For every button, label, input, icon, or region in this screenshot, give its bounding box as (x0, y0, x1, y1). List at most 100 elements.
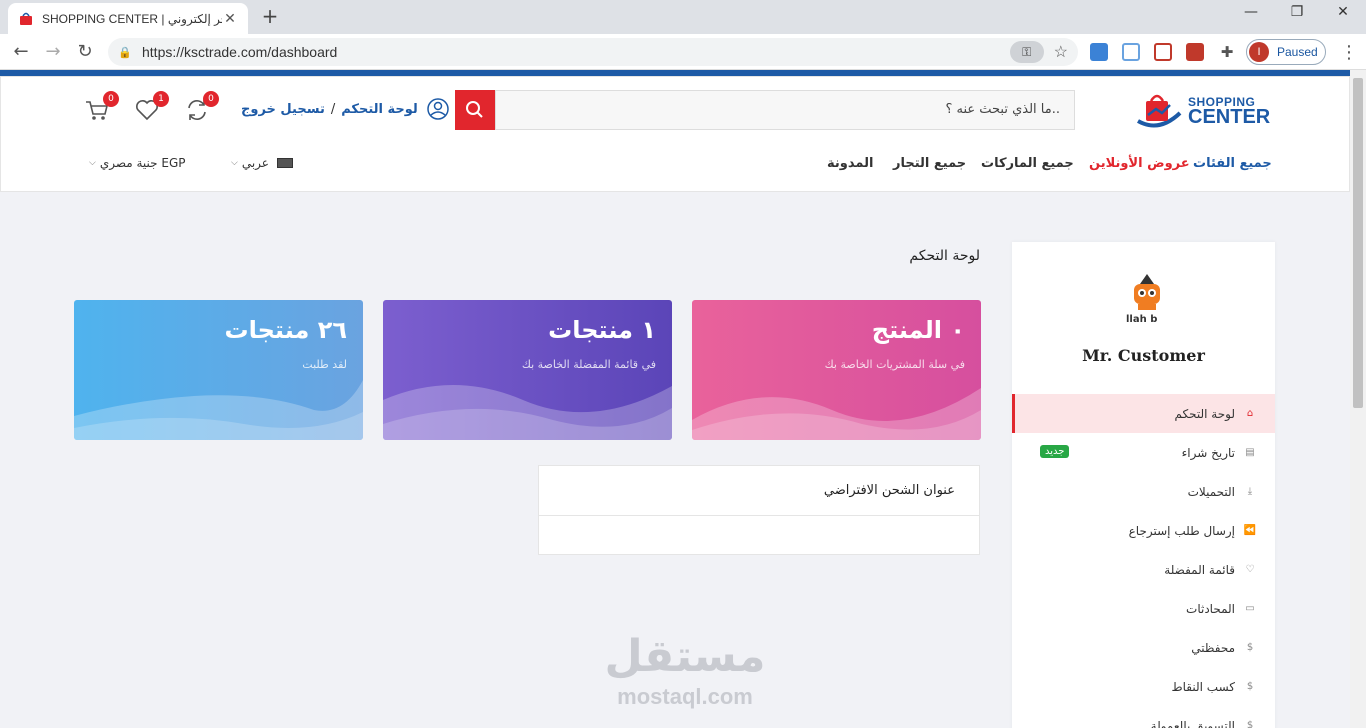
dollar-icon: $ (1246, 720, 1254, 728)
logout-link[interactable]: تسجيل خروج (241, 102, 325, 117)
search-button[interactable] (455, 90, 495, 130)
cart-count-badge: 0 (103, 91, 119, 107)
docs-extension-icon[interactable] (1090, 43, 1108, 61)
browser-tab[interactable]: SHOPPING CENTER | متجر إلكتروني ✕ (8, 3, 248, 34)
sidebar-menu-label: التسويق بالعمولة (1150, 718, 1235, 728)
dashboard-link[interactable]: لوحة التحكم (341, 102, 418, 117)
cart-summary-card[interactable]: ٠ المنتج في سلة المشتريات الخاصة بك (692, 300, 981, 440)
customer-name: Mr. Customer (1082, 346, 1205, 365)
currency-label: جنية مصري EGP (99, 156, 186, 170)
language-selector[interactable]: ⌵ عربي (231, 156, 293, 170)
pocket-extension-icon[interactable] (1154, 43, 1172, 61)
site-logo[interactable]: SHOPPING CENTER (1134, 91, 1274, 131)
maximize-button[interactable]: ❐ (1282, 4, 1312, 20)
nav-blog[interactable]: المدونة (827, 156, 873, 171)
currency-selector[interactable]: ⌵ جنية مصري EGP (89, 156, 186, 170)
address-bar[interactable]: 🔒 https://ksctrade.com/dashboard ⚿ ☆ (108, 38, 1078, 66)
bookmark-star-icon[interactable]: ☆ (1054, 42, 1068, 62)
wishlist-button[interactable]: 1 (133, 91, 169, 124)
minimize-button[interactable]: — (1236, 4, 1266, 20)
sidebar-menu-label: كسب النقاط (1171, 679, 1235, 694)
nav-all-categories[interactable]: جميع الفئات (1193, 156, 1272, 171)
orders-count-text: ٢٦ منتجات (224, 316, 347, 344)
logo-text: SHOPPING CENTER (1188, 95, 1271, 128)
sidebar-menu-item[interactable]: كسب النقاط $ (1012, 667, 1275, 706)
sidebar-menu-item[interactable]: قائمة المفضلة ♡ (1012, 550, 1275, 589)
chat-icon: ▭ (1245, 603, 1255, 614)
sidebar-menu-item[interactable]: لوحة التحكم ⌂ (1012, 394, 1275, 433)
compare-button[interactable]: 0 (183, 91, 219, 124)
wishlist-summary-card[interactable]: ١ منتجات في قائمة المفضلة الخاصة بك (383, 300, 672, 440)
puzzle-extensions-icon[interactable]: ✚ (1218, 43, 1236, 61)
back-button[interactable]: ← (10, 42, 32, 62)
user-links: تسجيل خروج / لوحة التحكم (241, 97, 450, 121)
nav-all-sellers[interactable]: جميع التجار (893, 156, 966, 171)
cart-count-text: ٠ المنتج (871, 316, 965, 344)
shopping-bag-logo-icon (1137, 94, 1182, 128)
svg-text:llah b: llah b (1126, 314, 1157, 325)
page-title: لوحة التحكم (909, 248, 980, 264)
sidebar-menu-item[interactable]: التسويق بالعمولة $ (1012, 706, 1275, 728)
sidebar-menu-item[interactable]: محفظتي $ (1012, 628, 1275, 667)
sidebar-menu-label: قائمة المفضلة (1164, 562, 1235, 577)
chevron-down-icon: ⌵ (231, 158, 238, 168)
chevron-down-icon: ⌵ (89, 158, 96, 168)
profile-button[interactable]: I Paused (1246, 39, 1326, 65)
close-tab-icon[interactable]: ✕ (222, 11, 238, 27)
search-icon (466, 101, 483, 118)
cart-button[interactable]: 0 (83, 91, 119, 124)
browser-menu-icon[interactable]: ⋮ (1340, 42, 1358, 63)
heart-icon: ♡ (1245, 564, 1255, 575)
nav-online-offers[interactable]: عروض الأونلاين (1089, 156, 1190, 171)
profile-avatar: I (1249, 42, 1269, 62)
browser-tab-bar: SHOPPING CENTER | متجر إلكتروني ✕ + — ❐ … (0, 0, 1366, 34)
sidebar-menu-item[interactable]: المحادثات ▭ (1012, 589, 1275, 628)
wishlist-subtitle: في قائمة المفضلة الخاصة بك (521, 358, 656, 371)
shop-favicon-icon (20, 12, 32, 25)
search-placeholder: ما الذي تبحث عنه ؟.. (945, 102, 1060, 117)
web-page: SHOPPING CENTER ما الذي تبحث عنه ؟.. تسج… (0, 70, 1350, 728)
default-shipping-address-panel: عنوان الشحن الافتراضي (538, 465, 980, 555)
link-separator: / (330, 101, 336, 117)
profile-status: Paused (1277, 45, 1318, 59)
browser-toolbar: ← → ↻ 🔒 https://ksctrade.com/dashboard ⚿… (0, 34, 1366, 70)
key-icon[interactable]: ⚿ (1009, 41, 1044, 63)
scrollbar-thumb[interactable] (1353, 78, 1363, 408)
rewind-icon: ⏪ (1243, 525, 1257, 536)
orders-summary-card[interactable]: ٢٦ منتجات لقد طلبت (74, 300, 363, 440)
close-window-button[interactable]: ✕ (1328, 4, 1358, 20)
sidebar-menu-label: لوحة التحكم (1174, 406, 1236, 421)
forward-button[interactable]: → (42, 42, 64, 62)
search-input[interactable]: ما الذي تبحث عنه ؟.. (495, 90, 1075, 130)
new-badge: جديد (1040, 445, 1070, 458)
wishlist-count-text: ١ منتجات (548, 316, 656, 344)
sidebar-menu-item[interactable]: إرسال طلب إسترجاع ⏪ (1012, 511, 1275, 550)
home-icon: ⌂ (1246, 408, 1254, 419)
nav-all-brands[interactable]: جميع الماركات (981, 156, 1074, 171)
sidebar-menu-label: تاريخ شراء (1181, 445, 1235, 460)
reload-button[interactable]: ↻ (74, 42, 96, 62)
shield-extension-icon[interactable] (1186, 43, 1204, 61)
sidebar-menu-item[interactable]: التحميلات ⤓ (1012, 472, 1275, 511)
language-label: عربي (241, 156, 269, 170)
tab-title: SHOPPING CENTER | متجر إلكتروني (42, 11, 222, 26)
file-extension-icon[interactable] (1122, 43, 1140, 61)
page-scrollbar[interactable] (1350, 70, 1366, 728)
dollar-icon: $ (1246, 681, 1254, 692)
lock-icon: 🔒 (118, 46, 132, 59)
download-icon: ⤓ (1247, 486, 1253, 497)
url-text: https://ksctrade.com/dashboard (142, 44, 338, 60)
user-icon[interactable] (426, 97, 450, 121)
sidebar-menu-item[interactable]: جديد تاريخ شراء ▤ (1012, 433, 1275, 472)
customer-avatar: llah b (1126, 274, 1160, 325)
new-tab-button[interactable]: + (258, 4, 282, 28)
cart-subtitle: في سلة المشتريات الخاصة بك (824, 358, 965, 371)
sidebar-menu-label: إرسال طلب إسترجاع (1128, 523, 1235, 538)
compare-count-badge: 0 (203, 91, 219, 107)
address-panel-title: عنوان الشحن الافتراضي (539, 466, 979, 516)
file-icon: ▤ (1245, 447, 1255, 458)
sidebar-menu-label: التحميلات (1187, 484, 1235, 499)
orders-subtitle: لقد طلبت (302, 358, 347, 371)
sidebar-menu-label: محفظتي (1191, 640, 1235, 655)
site-header: SHOPPING CENTER ما الذي تبحث عنه ؟.. تسج… (0, 76, 1350, 192)
